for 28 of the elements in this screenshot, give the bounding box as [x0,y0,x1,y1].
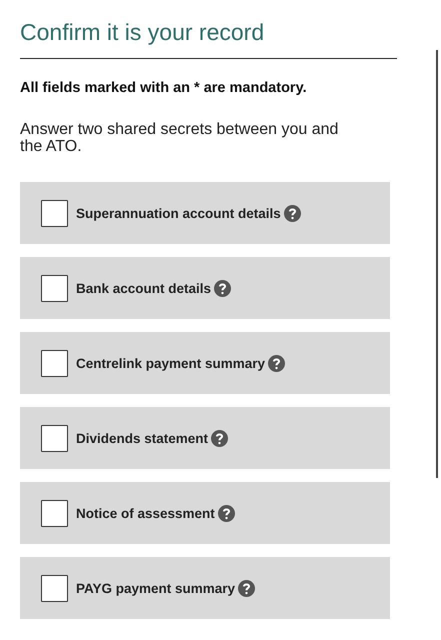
option-label: Superannuation account details [76,206,281,220]
help-icon[interactable] [238,580,256,596]
option-row[interactable]: PAYG payment summary [20,557,390,619]
page-title: Confirm it is your record [20,18,397,59]
help-icon[interactable] [214,280,232,296]
help-icon[interactable] [284,204,301,222]
option-row[interactable]: Notice of assessment [20,482,390,544]
help-icon[interactable] [268,354,286,372]
option-label: Centrelink payment summary [76,356,266,370]
option-row[interactable]: Bank account details [20,257,390,319]
checkbox[interactable] [41,200,68,226]
checkbox[interactable] [41,424,68,452]
option-row[interactable]: Superannuation account details [20,182,390,244]
option-label: Dividends statement [76,430,208,446]
option-label: Notice of assessment [76,506,215,520]
help-icon[interactable] [211,430,228,446]
mandatory-note: All fields marked with an * are mandatory. [20,79,308,97]
checkbox[interactable] [41,274,68,302]
option-row[interactable]: Dividends statement [20,407,390,469]
scrollbar[interactable] [436,50,438,478]
help-icon[interactable] [218,504,235,522]
checkbox[interactable] [41,500,68,526]
option-label: Bank account details [76,280,212,296]
checkbox[interactable] [41,350,68,376]
instruction-text: Answer two shared secrets between you and the ATO. [20,121,340,155]
checkbox[interactable] [41,574,68,602]
option-row[interactable]: Centrelink payment summary [20,332,390,394]
option-label: PAYG payment summary [76,580,236,596]
